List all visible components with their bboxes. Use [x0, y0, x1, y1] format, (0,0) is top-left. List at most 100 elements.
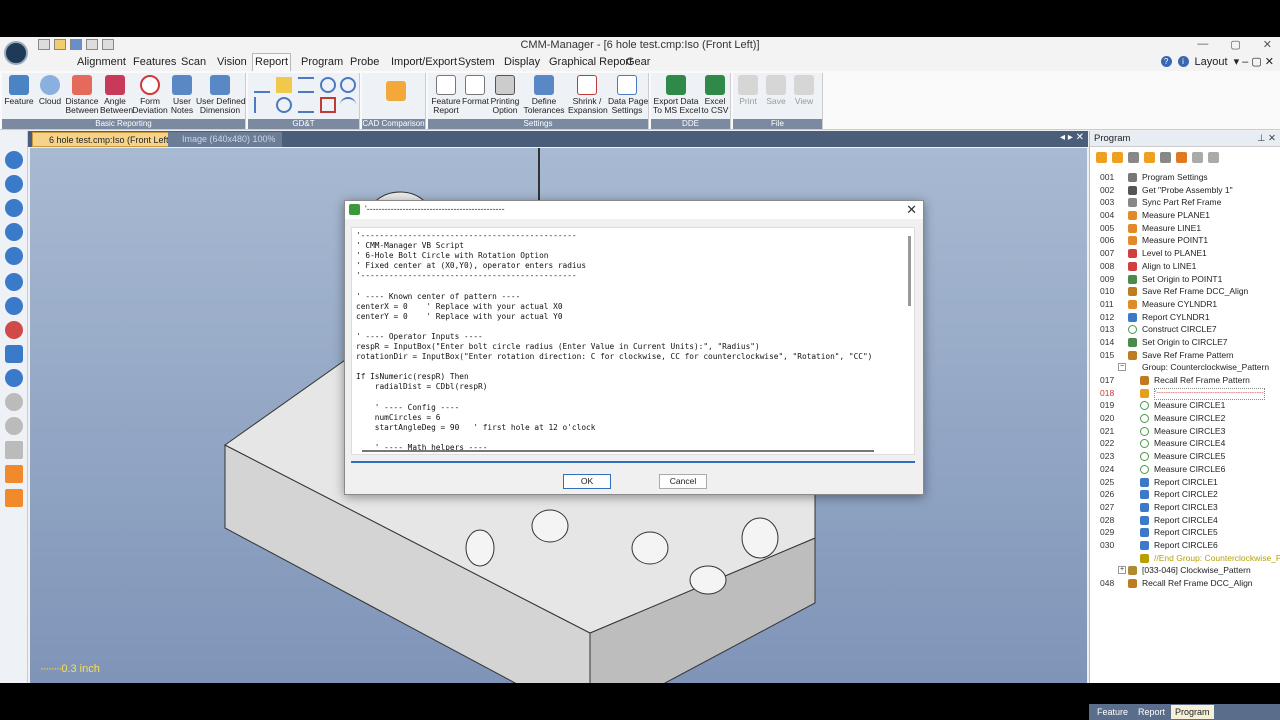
probe-icon[interactable]: [1160, 152, 1171, 163]
disabled-tool-icon[interactable]: [5, 393, 23, 411]
tab-system[interactable]: System: [456, 55, 497, 71]
tab-graphical-report[interactable]: Graphical Report: [547, 55, 634, 71]
program-row[interactable]: 018 '------------------------------------…: [1090, 387, 1280, 400]
angularity-icon[interactable]: [254, 97, 270, 113]
program-row[interactable]: 014 Set Origin to CIRCLE7: [1090, 336, 1280, 349]
chevron-down-icon[interactable]: ▾ – ▢ ✕: [1234, 55, 1274, 68]
zoom-out-icon[interactable]: [5, 175, 23, 193]
print-button[interactable]: Print: [735, 75, 761, 106]
program-row[interactable]: 010 Save Ref Frame DCC_Align: [1090, 285, 1280, 298]
zoom-in-icon[interactable]: [5, 151, 23, 169]
maximize-button[interactable]: ▢: [1230, 38, 1240, 51]
disabled-icon[interactable]: [1192, 152, 1203, 163]
zoom-window-icon[interactable]: [5, 223, 23, 241]
tab-program[interactable]: Program: [299, 55, 345, 71]
tab-image-view[interactable]: Image (640x480) 100%: [168, 132, 282, 147]
excel-csv-button[interactable]: Excel to CSV: [701, 75, 729, 115]
view-button[interactable]: View: [791, 75, 817, 106]
stop-icon[interactable]: [1128, 152, 1139, 163]
program-row[interactable]: 030 Report CIRCLE6: [1090, 539, 1280, 552]
tab-import-export[interactable]: Import/Export: [389, 55, 459, 71]
layout-menu[interactable]: Layout: [1195, 56, 1228, 68]
cancel-button[interactable]: Cancel: [659, 474, 707, 489]
data-page-settings-button[interactable]: Data Page Settings: [608, 75, 648, 115]
program-row[interactable]: − Group: Counterclockwise_Pattern: [1090, 361, 1280, 374]
program-row[interactable]: 001 Program Settings: [1090, 171, 1280, 184]
user-defined-dimension-button[interactable]: User Defined Dimension: [196, 75, 246, 115]
step-icon[interactable]: [1144, 152, 1155, 163]
program-row[interactable]: 011 Measure CYLNDR1: [1090, 298, 1280, 311]
horizontal-scrollbar[interactable]: [362, 450, 874, 452]
program-row[interactable]: 002 Get "Probe Assembly 1": [1090, 184, 1280, 197]
shrink-expansion-button[interactable]: Shrink / Expansion: [568, 75, 608, 115]
position-icon[interactable]: [320, 77, 336, 93]
tab-iso-view[interactable]: 6 hole test.cmp:Iso (Front Left): [32, 132, 179, 147]
expander-toggle-icon[interactable]: −: [1118, 363, 1126, 372]
program-row[interactable]: 015 Save Ref Frame Pattern: [1090, 349, 1280, 362]
ok-button[interactable]: OK: [563, 474, 611, 489]
minimize-button[interactable]: —: [1197, 38, 1208, 51]
shaded-cube-icon[interactable]: [5, 465, 23, 483]
distance-between-button[interactable]: Distance Between: [65, 75, 99, 115]
tab-features[interactable]: Features: [131, 55, 178, 71]
program-row[interactable]: 021 Measure CIRCLE3: [1090, 425, 1280, 438]
surface-profile-icon[interactable]: [340, 97, 356, 113]
program-row[interactable]: 025 Report CIRCLE1: [1090, 476, 1280, 489]
disabled-tool-icon[interactable]: [5, 417, 23, 435]
program-row[interactable]: 007 Level to PLANE1: [1090, 247, 1280, 260]
concentricity-icon[interactable]: [276, 97, 292, 113]
program-row[interactable]: 024 Measure CIRCLE6: [1090, 463, 1280, 476]
feature-button[interactable]: Feature: [4, 75, 34, 106]
app-logo-icon[interactable]: [4, 41, 28, 65]
define-tolerances-button[interactable]: Define Tolerances: [522, 75, 566, 115]
cloud-button[interactable]: Cloud: [36, 75, 64, 106]
zoom-extent-icon[interactable]: [5, 247, 23, 265]
program-row[interactable]: 027 Report CIRCLE3: [1090, 501, 1280, 514]
expander-toggle-icon[interactable]: +: [1118, 566, 1126, 575]
tab-scroll-controls[interactable]: ◂ ▸ ✕: [1060, 132, 1084, 143]
tab-program-panel[interactable]: Program: [1171, 705, 1214, 719]
tab-scan[interactable]: Scan: [179, 55, 208, 71]
program-row[interactable]: 028 Report CIRCLE4: [1090, 514, 1280, 527]
program-row[interactable]: //End Group: Counterclockwise_Patt...: [1090, 552, 1280, 565]
program-row[interactable]: 019 Measure CIRCLE1: [1090, 399, 1280, 412]
program-row[interactable]: 023 Measure CIRCLE5: [1090, 450, 1280, 463]
wireframe-icon[interactable]: [5, 441, 23, 459]
tab-alignment[interactable]: Alignment: [75, 55, 128, 71]
zoom-probe-icon[interactable]: [5, 369, 23, 387]
program-row[interactable]: 005 Measure LINE1: [1090, 222, 1280, 235]
printing-option-button[interactable]: Printing Option: [490, 75, 520, 115]
user-notes-button[interactable]: User Notes: [170, 75, 194, 115]
tab-report[interactable]: Report: [252, 53, 292, 71]
program-row[interactable]: 017 Recall Ref Frame Pattern: [1090, 374, 1280, 387]
close-window-button[interactable]: ✕: [1263, 38, 1272, 51]
feature-report-button[interactable]: Feature Report: [430, 75, 462, 115]
rotate-3d-icon[interactable]: [5, 321, 23, 339]
program-row[interactable]: 008 Align to LINE1: [1090, 260, 1280, 273]
disabled-icon[interactable]: [1208, 152, 1219, 163]
info-icon[interactable]: i: [1177, 56, 1189, 67]
program-row[interactable]: 004 Measure PLANE1: [1090, 209, 1280, 222]
pin-close-icon[interactable]: ⊥ ✕: [1257, 131, 1276, 147]
solid-cube-icon[interactable]: [5, 489, 23, 507]
straightness-icon[interactable]: [276, 77, 292, 93]
script-code[interactable]: '---------------------------------------…: [356, 231, 872, 453]
help-icon[interactable]: ?: [1160, 56, 1172, 67]
tab-report-panel[interactable]: Report: [1134, 705, 1169, 719]
save-button[interactable]: Save: [763, 75, 789, 106]
zoom-fit-icon[interactable]: [5, 199, 23, 217]
vertical-scrollbar[interactable]: [908, 236, 911, 306]
tab-gear[interactable]: Gear: [624, 55, 652, 71]
run-from-icon[interactable]: [1112, 152, 1123, 163]
form-deviation-button[interactable]: Form Deviation: [132, 75, 168, 115]
close-icon[interactable]: ✕: [906, 202, 917, 218]
program-row[interactable]: 048 Recall Ref Frame DCC_Align: [1090, 577, 1280, 590]
program-row[interactable]: 022 Measure CIRCLE4: [1090, 437, 1280, 450]
run-icon[interactable]: [1096, 152, 1107, 163]
program-row[interactable]: 020 Measure CIRCLE2: [1090, 412, 1280, 425]
rotate-icon[interactable]: [5, 297, 23, 315]
tab-feature[interactable]: Feature: [1093, 705, 1132, 719]
program-row[interactable]: 003 Sync Part Ref Frame: [1090, 196, 1280, 209]
export-excel-button[interactable]: Export Data To MS Excel: [653, 75, 700, 115]
program-row[interactable]: 013 Construct CIRCLE7: [1090, 323, 1280, 336]
